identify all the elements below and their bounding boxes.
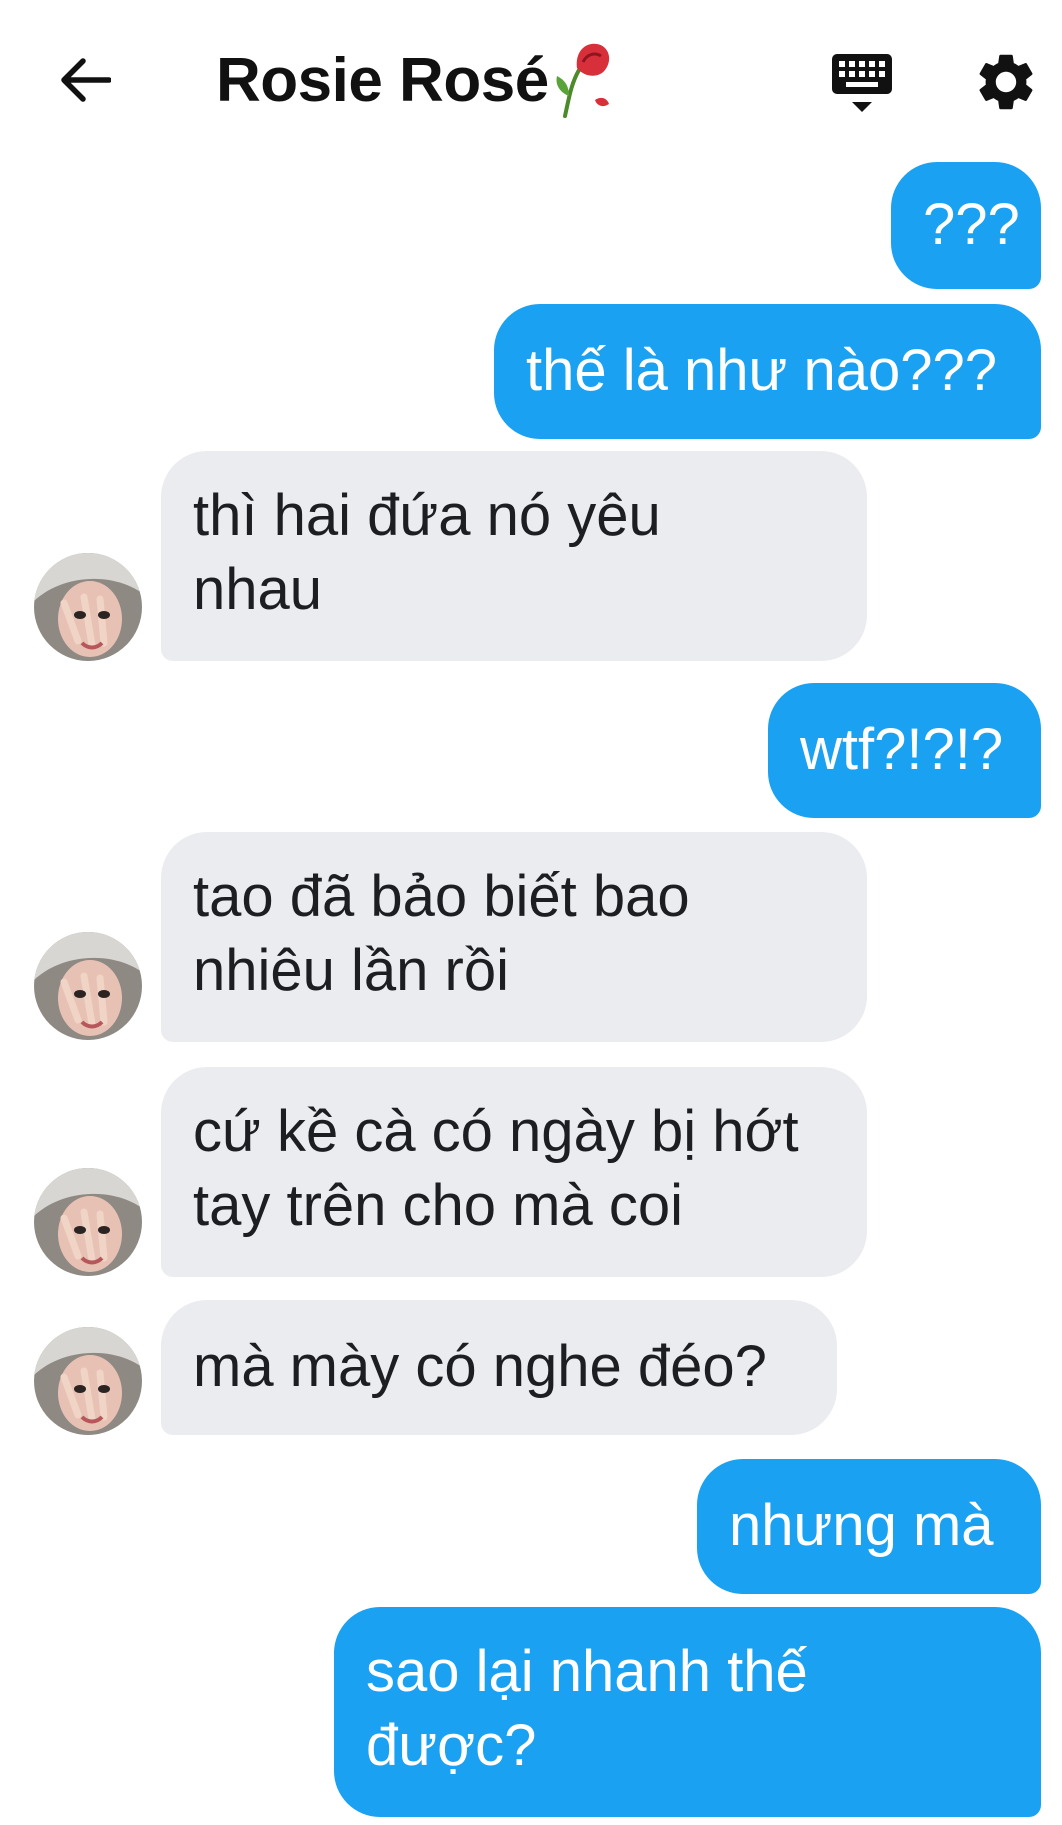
chat-header: Rosie Rosé: [0, 0, 1062, 160]
keyboard-icon: [832, 54, 892, 112]
conversation-title-wrap: Rosie Rosé: [216, 38, 615, 122]
outgoing-message-bubble[interactable]: wtf?!?!?: [768, 683, 1041, 818]
message-line: thì hai đứa nó yêu: [193, 483, 661, 548]
incoming-message-bubble[interactable]: mà mày có nghe đéo?: [161, 1300, 837, 1435]
message-line: tay trên cho mà coi: [193, 1173, 683, 1238]
contact-avatar[interactable]: [34, 1327, 142, 1435]
message-text: ???: [923, 192, 1020, 257]
message-text: nhưng mà: [729, 1493, 994, 1558]
incoming-message-bubble[interactable]: cứ kề cà có ngày bị hớt tay trên cho mà …: [161, 1067, 867, 1277]
contact-avatar[interactable]: [34, 553, 142, 661]
message-line: nhiêu lần rồi: [193, 938, 509, 1003]
contact-avatar[interactable]: [34, 1168, 142, 1276]
avatar-photo: [34, 553, 142, 661]
outgoing-message-bubble[interactable]: sao lại nhanh thế được?: [334, 1607, 1041, 1817]
message-text: mà mày có nghe đéo?: [193, 1334, 767, 1399]
message-line: sao lại nhanh thế: [366, 1639, 808, 1704]
gear-icon: [979, 54, 1033, 110]
message-line: cứ kề cà có ngày bị hớt: [193, 1099, 799, 1164]
message-text: wtf?!?!?: [800, 717, 1004, 782]
keyboard-toggle-button[interactable]: [828, 50, 896, 118]
message-line: được?: [366, 1713, 537, 1778]
message-line: nhau: [193, 557, 323, 622]
avatar-photo: [34, 1168, 142, 1276]
conversation-title: Rosie Rosé: [216, 45, 549, 115]
back-button[interactable]: [50, 48, 120, 112]
avatar-photo: [34, 932, 142, 1040]
outgoing-message-bubble[interactable]: ???: [891, 162, 1041, 289]
contact-avatar[interactable]: [34, 932, 142, 1040]
wilted-rose-icon: [556, 43, 609, 118]
arrow-left-icon: [61, 58, 111, 102]
settings-button[interactable]: [972, 48, 1040, 116]
outgoing-message-bubble[interactable]: nhưng mà: [697, 1459, 1041, 1594]
avatar-photo: [34, 1327, 142, 1435]
message-line: tao đã bảo biết bao: [193, 864, 690, 929]
incoming-message-bubble[interactable]: thì hai đứa nó yêu nhau: [161, 451, 867, 661]
message-text: thế là như nào???: [526, 338, 997, 403]
incoming-message-bubble[interactable]: tao đã bảo biết bao nhiêu lần rồi: [161, 832, 867, 1042]
outgoing-message-bubble[interactable]: thế là như nào???: [494, 304, 1041, 439]
